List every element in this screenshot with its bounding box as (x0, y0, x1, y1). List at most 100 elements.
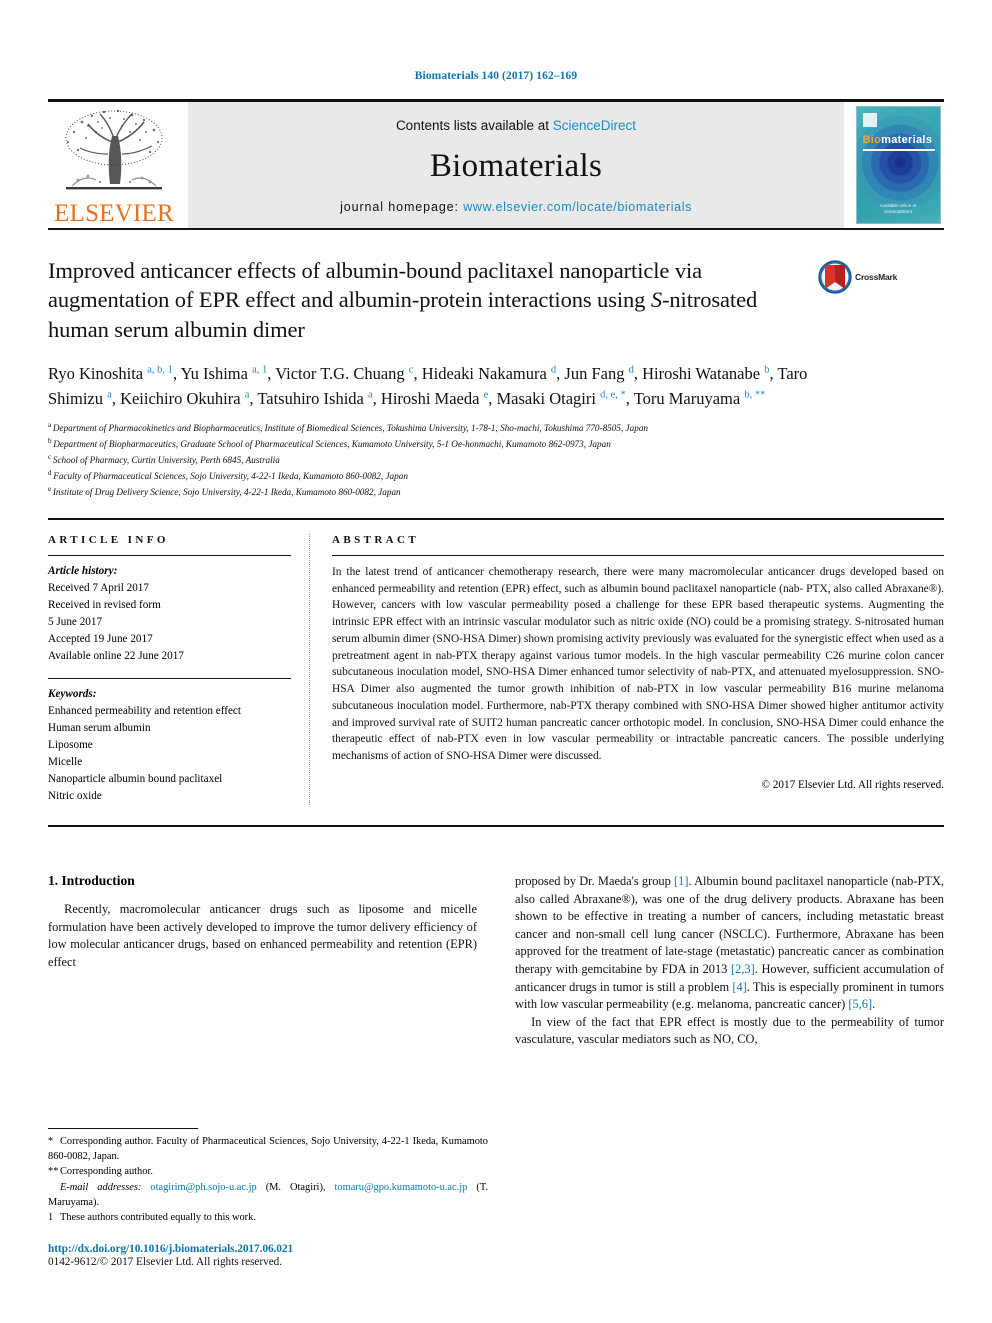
footnote-equal-contribution: 1 These authors contributed equally to th… (48, 1210, 488, 1225)
author-name[interactable]: Hideaki Nakamura (422, 364, 551, 383)
article-history: Article history: Received 7 April 2017 Re… (48, 563, 291, 665)
author-name[interactable]: Victor T.G. Chuang (275, 364, 409, 383)
author-name[interactable]: Ryo Kinoshita (48, 364, 147, 383)
intro-right-text-a: proposed by Dr. Maeda's group (515, 873, 675, 888)
article-history-item: Received in revised form (48, 598, 161, 611)
cover-footer: Available online at ScienceDirect (857, 203, 940, 217)
article-info-column: ARTICLE INFO Article history: Received 7… (48, 533, 310, 805)
body-column-left: 1. Introduction Recently, macromolecular… (48, 873, 477, 1049)
article-history-item: Accepted 19 June 2017 (48, 632, 153, 645)
keyword-item: Human serum albumin (48, 721, 151, 734)
elsevier-logo: ELSEVIER (48, 102, 180, 228)
article-history-item: 5 June 2017 (48, 615, 103, 628)
doi-link[interactable]: http://dx.doi.org/10.1016/j.biomaterials… (48, 1243, 508, 1255)
affiliation-item: a Department of Pharmacokinetics and Bio… (48, 420, 944, 436)
title-line-1: Improved anticancer effects of albumin-b… (48, 258, 670, 283)
email-link-otagiri[interactable]: otagirim@ph.sojo-u.ac.jp (150, 1182, 256, 1193)
author-list: Ryo Kinoshita a, b, 1, Yu Ishima a, 1, V… (48, 363, 808, 408)
author-name[interactable]: Toru Maruyama (634, 389, 745, 408)
author-affiliation-marker[interactable]: d, e, * (600, 389, 626, 400)
body-column-right: proposed by Dr. Maeda's group [1]. Album… (515, 873, 944, 1049)
author-affiliation-marker[interactable]: d (629, 364, 634, 375)
issn-copyright: 0142-9612/© 2017 Elsevier Ltd. All right… (48, 1256, 283, 1268)
affiliation-item: b Department of Biopharmaceutics, Gradua… (48, 436, 944, 452)
author-name[interactable]: Jun Fang (564, 364, 628, 383)
affiliation-text: Faculty of Pharmaceutical Sciences, Sojo… (53, 470, 408, 481)
author-name[interactable]: Keiichiro Okuhira (120, 389, 245, 408)
email-addresses-label: E-mail addresses: (60, 1181, 142, 1193)
author-affiliation-marker[interactable]: a (245, 389, 250, 400)
author-affiliation-marker[interactable]: b (764, 364, 769, 375)
reference-link-2[interactable]: [2,3] (731, 962, 755, 976)
affiliation-list: a Department of Pharmacokinetics and Bio… (48, 420, 944, 500)
journal-cover-block: Biomaterials Available online at Science… (852, 102, 944, 228)
keywords-rule (48, 677, 291, 679)
keywords-block: Keywords: Enhanced permeability and rete… (48, 686, 291, 805)
footnote-text-3: These authors contributed equally to thi… (60, 1211, 256, 1223)
cover-footer-line2: ScienceDirect (884, 209, 912, 215)
article-info-heading-rule (48, 554, 291, 556)
body-columns: 1. Introduction Recently, macromolecular… (48, 873, 944, 1049)
masthead-bottom-rule (48, 228, 944, 230)
journal-band: Contents lists available at ScienceDirec… (188, 102, 844, 228)
title-row: Improved anticancer effects of albumin-b… (48, 256, 944, 344)
sciencedirect-link[interactable]: ScienceDirect (553, 118, 636, 133)
reference-link-3[interactable]: [4] (732, 980, 746, 994)
intro-right-text-b: . Albumin bound paclitaxel nanoparticle … (515, 873, 944, 976)
footnote-mark-2: ** (48, 1166, 59, 1178)
author-affiliation-marker[interactable]: a (107, 389, 112, 400)
author-affiliation-marker[interactable]: a, b, 1 (147, 364, 173, 375)
author-affiliation-marker[interactable]: b, ** (744, 389, 765, 400)
author-name[interactable]: Hiroshi Maeda (381, 389, 484, 408)
email-owner-otagiri: (M. Otagiri) (265, 1181, 323, 1193)
keyword-item: Micelle (48, 755, 83, 768)
info-section-rule (48, 517, 944, 520)
cover-publisher-mark-icon (862, 113, 877, 127)
abstract-heading: ABSTRACT (332, 533, 420, 546)
author-affiliation-marker[interactable]: c (409, 364, 414, 375)
paper-page: Biomaterials 140 (2017) 162–169 ELSEVIER… (0, 0, 992, 1323)
author-affiliation-marker[interactable]: a, 1 (252, 364, 267, 375)
footnote-emails: E-mail addresses: otagirim@ph.sojo-u.ac.… (48, 1181, 488, 1208)
homepage-link[interactable]: www.elsevier.com/locate/biomaterials (463, 200, 692, 214)
affiliation-item: e Institute of Drug Delivery Science, So… (48, 484, 944, 500)
article-history-item: Available online 22 June 2017 (48, 649, 184, 662)
keyword-item: Nanoparticle albumin bound paclitaxel (48, 772, 223, 785)
running-head: Biomaterials 140 (2017) 162–169 (414, 70, 578, 82)
reference-link-1[interactable]: [1] (674, 874, 688, 888)
crossmark-badge[interactable]: CrossMark (818, 260, 897, 294)
author-name[interactable]: Yu Ishima (181, 364, 253, 383)
abstract-copyright: © 2017 Elsevier Ltd. All rights reserved… (761, 778, 945, 791)
affiliation-item: d Faculty of Pharmaceutical Sciences, So… (48, 468, 944, 484)
reference-link-4[interactable]: [5,6] (848, 997, 872, 1011)
footnote-rule (48, 1128, 198, 1129)
footnote-text-2: Corresponding author. (60, 1166, 153, 1178)
author-affiliation-marker[interactable]: a (368, 389, 373, 400)
author-name[interactable]: Masaki Otagiri (497, 389, 601, 408)
affiliation-text: Department of Biopharmaceutics, Graduate… (53, 438, 611, 449)
footnote-mark-1: * (48, 1136, 54, 1147)
section-heading-introduction: 1. Introduction (48, 872, 135, 888)
affiliation-text: Department of Pharmacokinetics and Bioph… (52, 422, 649, 433)
author-name[interactable]: Tatsuhiro Ishida (257, 389, 368, 408)
abstract-column: ABSTRACT In the latest trend of anticanc… (310, 534, 944, 805)
keywords-label: Keywords: (48, 687, 97, 700)
abstract-heading-rule (332, 554, 944, 556)
intro-right-text-e: . (872, 997, 876, 1012)
crossmark-icon (818, 260, 852, 294)
cover-title-rest: materials (881, 134, 933, 146)
author-name[interactable]: Hiroshi Watanabe (642, 364, 764, 383)
intro-paragraph-right-2: In view of the fact that EPR effect is m… (515, 1014, 944, 1047)
affiliation-item: c School of Pharmacy, Curtin University,… (48, 452, 944, 468)
title-line-3-italic: S (650, 287, 662, 313)
homepage-prefix: journal homepage: (340, 200, 464, 214)
intro-paragraph-left: Recently, macromolecular anticancer drug… (48, 901, 477, 969)
page-title: Improved anticancer effects of albumin-b… (48, 256, 818, 344)
affiliation-text: School of Pharmacy, Curtin University, P… (52, 454, 280, 465)
author-affiliation-marker[interactable]: e (484, 389, 489, 400)
email-link-maruyama[interactable]: tomaru@gpo.kumamoto-u.ac.jp (335, 1182, 468, 1193)
abstract-bottom-rule (48, 824, 944, 827)
author-affiliation-marker[interactable]: d (551, 364, 556, 375)
journal-homepage-line: journal homepage: www.elsevier.com/locat… (340, 200, 692, 214)
journal-masthead: ELSEVIER Contents lists available at Sci… (48, 102, 944, 228)
